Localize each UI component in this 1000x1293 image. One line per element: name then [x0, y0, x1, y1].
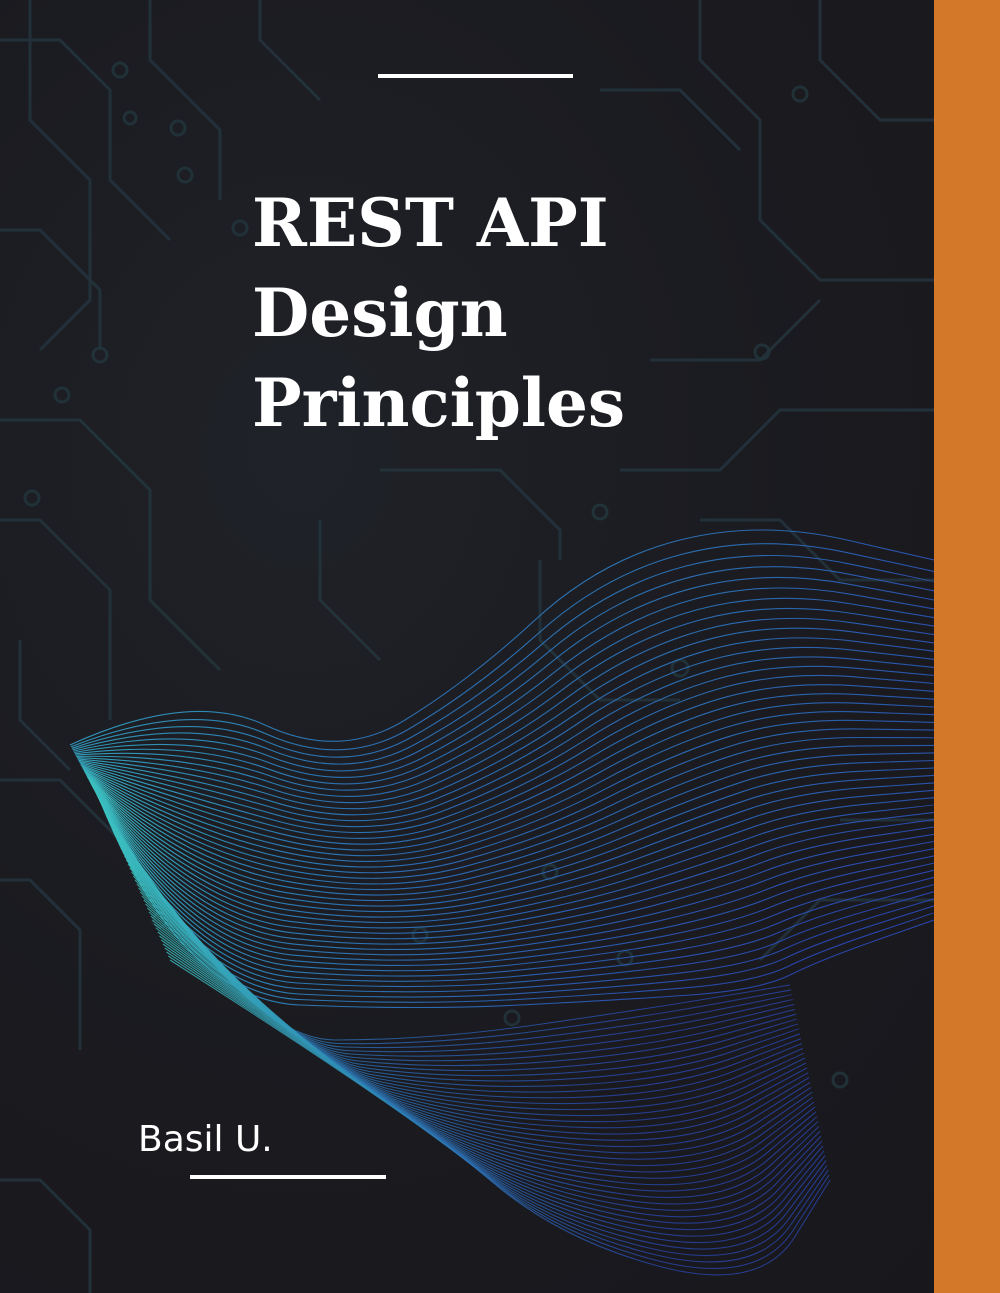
accent-stripe [934, 0, 1000, 1293]
wave-line [84, 736, 934, 874]
wave-line [79, 665, 934, 828]
wave-fold-line [166, 951, 829, 1263]
wave-fold-line [104, 811, 794, 1053]
wave-fold-line [110, 823, 797, 1067]
wave-line [82, 710, 934, 857]
wave-line [70, 543, 934, 751]
book-title: REST API Design Principles [252, 178, 625, 448]
wave-line [91, 784, 934, 934]
wave-line [73, 576, 934, 772]
book-cover: REST API Design Principles Basil U. [0, 0, 1000, 1293]
author-name: Basil U. [138, 1119, 273, 1160]
wave-line [75, 607, 934, 791]
wave-line [95, 792, 934, 972]
wave-line [71, 554, 934, 758]
title-line-3: Principles [252, 364, 626, 442]
title-line-2: Design [252, 274, 508, 352]
top-divider [378, 74, 573, 78]
wave-line [91, 785, 934, 940]
wave-fold-line [108, 819, 796, 1062]
wave-line [80, 684, 934, 839]
title-line-1: REST API [252, 184, 609, 262]
wave-fold-line [167, 955, 830, 1270]
wave-line [72, 566, 934, 765]
wave-line [76, 617, 934, 798]
wave-fold-line [134, 879, 811, 1148]
bottom-divider [190, 1175, 386, 1179]
wave-line [74, 597, 934, 785]
wave-line [77, 637, 934, 810]
